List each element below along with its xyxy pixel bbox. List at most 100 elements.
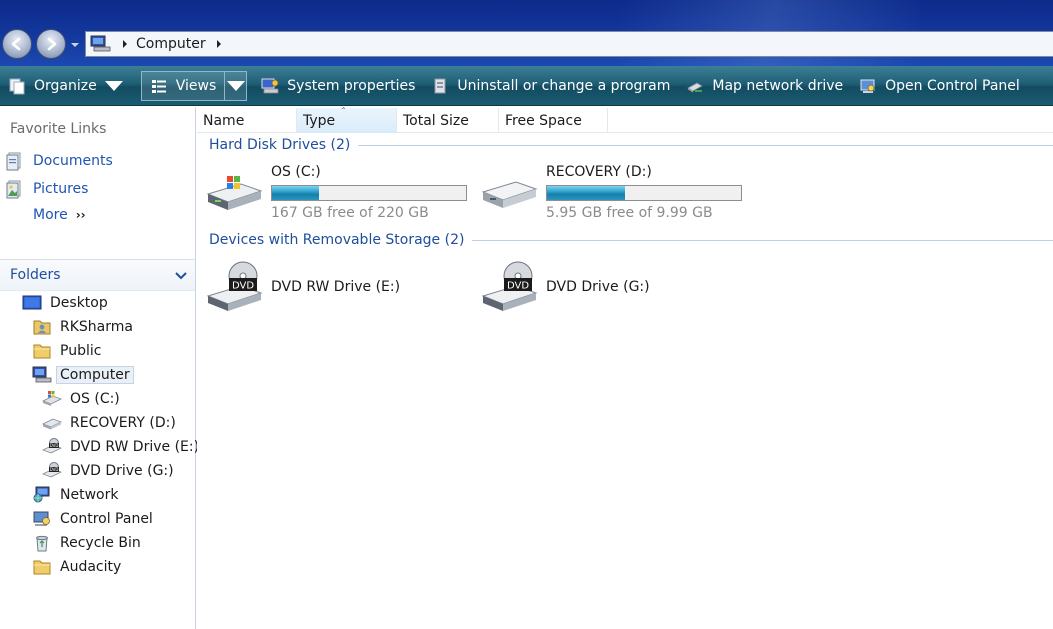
views-icon xyxy=(151,79,166,93)
network-drive-icon xyxy=(687,82,704,92)
tree-label: DVD RW Drive (E:) xyxy=(70,439,200,455)
column-header-type[interactable]: ˆ Type xyxy=(297,107,397,133)
tree-item-dvd-rw-e[interactable]: DVD DVD RW Drive (E:) xyxy=(42,436,199,458)
breadcrumb-computer[interactable]: Computer xyxy=(136,36,206,52)
tree-label: Desktop xyxy=(50,295,108,311)
favorite-more-link[interactable]: More ›› xyxy=(33,207,86,223)
back-button[interactable] xyxy=(2,29,32,59)
tree-item-audacity[interactable]: Audacity xyxy=(32,556,121,578)
chevron-down-icon[interactable] xyxy=(175,271,187,281)
tree-item-recycle-bin[interactable]: Recycle Bin xyxy=(32,532,141,554)
svg-text:DVD: DVD xyxy=(50,467,59,472)
drive-item-os-c[interactable]: OS (C:) 167 GB free of 220 GB xyxy=(205,164,467,221)
folders-header[interactable]: Folders xyxy=(0,259,195,291)
views-button[interactable]: Views xyxy=(140,70,226,101)
desktop-icon xyxy=(22,295,42,310)
favorite-documents-link[interactable]: Documents xyxy=(6,151,113,171)
address-bar-area: Computer xyxy=(0,0,1053,66)
drive-free-space: 5.95 GB free of 9.99 GB xyxy=(546,205,713,221)
drive-info: RECOVERY (D:) 5.95 GB free of 9.99 GB xyxy=(546,164,742,221)
tree-label: DVD Drive (G:) xyxy=(70,463,174,479)
tree-item-os-c[interactable]: OS (C:) xyxy=(42,388,120,410)
user-folder-icon xyxy=(33,320,51,335)
dvd-icon-text: DVD xyxy=(507,281,529,292)
dvd-drive-icon: DVD xyxy=(42,462,62,478)
open-control-panel-label: Open Control Panel xyxy=(885,77,1020,94)
chevron-down-icon xyxy=(104,80,123,91)
views-label: Views xyxy=(175,77,217,94)
computer-icon xyxy=(90,35,111,52)
tree-label: Recycle Bin xyxy=(60,535,141,551)
breadcrumb-arrow-icon[interactable] xyxy=(214,39,224,49)
organize-icon xyxy=(9,78,25,94)
hard-drive-icon xyxy=(481,181,538,208)
recent-pages-dropdown-icon[interactable] xyxy=(70,40,80,50)
views-dropdown-button[interactable] xyxy=(225,70,248,101)
tree-label: Public xyxy=(60,343,102,359)
uninstall-program-button[interactable]: Uninstall or change a program xyxy=(423,70,678,102)
map-network-drive-button[interactable]: Map network drive xyxy=(678,70,851,102)
control-panel-icon xyxy=(860,79,875,93)
organize-button[interactable]: Organize xyxy=(0,70,139,102)
drive-name: DVD Drive (G:) xyxy=(546,279,650,295)
drive-item-dvd-rw-e[interactable]: DVD DVD RW Drive (E:) xyxy=(205,260,400,314)
column-header-free-space[interactable]: Free Space xyxy=(499,108,608,133)
breadcrumb-arrow-icon[interactable] xyxy=(120,39,130,49)
documents-label: Documents xyxy=(33,153,113,169)
tree-item-public[interactable]: Public xyxy=(32,340,101,362)
tree-item-recovery-d[interactable]: RECOVERY (D:) xyxy=(42,412,176,434)
tree-label: RECOVERY (D:) xyxy=(70,415,176,431)
sort-ascending-icon: ˆ xyxy=(341,107,346,118)
drive-usage-bar xyxy=(546,185,742,201)
uninstall-icon xyxy=(434,78,446,93)
drive-name: OS (C:) xyxy=(271,164,321,180)
drive-info: DVD Drive (G:) xyxy=(546,279,650,295)
tree-item-rksharma[interactable]: RKSharma xyxy=(32,316,133,338)
folders-title: Folders xyxy=(10,267,61,283)
tree-item-dvd-g[interactable]: DVD DVD Drive (G:) xyxy=(42,460,174,482)
favorite-links-title: Favorite Links xyxy=(10,121,107,137)
drive-usage-fill xyxy=(272,186,319,200)
drive-item-dvd-g[interactable]: DVD DVD Drive (G:) xyxy=(480,260,650,314)
system-properties-icon xyxy=(261,78,279,93)
tree-item-desktop[interactable]: Desktop xyxy=(22,292,108,314)
tree-item-computer[interactable]: Computer xyxy=(32,364,134,386)
folder-icon xyxy=(33,344,51,359)
dvd-drive-icon: DVD xyxy=(206,261,263,311)
tree-item-network[interactable]: Network xyxy=(32,484,118,506)
dvd-drive-icon: DVD xyxy=(42,438,62,454)
hard-drive-icon xyxy=(42,418,62,430)
drive-item-recovery-d[interactable]: RECOVERY (D:) 5.95 GB free of 9.99 GB xyxy=(480,164,742,221)
uninstall-label: Uninstall or change a program xyxy=(457,77,671,94)
drive-name: RECOVERY (D:) xyxy=(546,164,652,180)
group-title: Hard Disk Drives (2) xyxy=(209,137,351,153)
column-header-row: Name ˆ Type Total Size Free Space xyxy=(197,107,1053,133)
tree-label: OS (C:) xyxy=(70,391,120,407)
favorite-pictures-link[interactable]: Pictures xyxy=(6,179,88,199)
svg-text:DVD: DVD xyxy=(50,443,59,448)
dvd-drive-icon: DVD xyxy=(481,261,538,311)
drive-usage-fill xyxy=(547,186,625,200)
column-header-name[interactable]: Name xyxy=(197,108,297,133)
more-label: More xyxy=(33,207,68,223)
map-network-drive-label: Map network drive xyxy=(712,77,844,94)
forward-button[interactable] xyxy=(36,29,66,59)
tree-label: RKSharma xyxy=(60,319,133,335)
address-bar[interactable]: Computer xyxy=(85,31,1053,57)
drive-usage-bar xyxy=(271,185,467,201)
group-header-removable-storage[interactable]: Devices with Removable Storage (2) xyxy=(209,232,1053,248)
tree-label: Network xyxy=(60,487,119,503)
recycle-bin-icon xyxy=(36,535,48,552)
tree-label: Control Panel xyxy=(60,511,153,527)
column-header-total-size[interactable]: Total Size xyxy=(397,108,499,133)
os-drive-icon xyxy=(42,391,62,406)
open-control-panel-button[interactable]: Open Control Panel xyxy=(851,70,1028,102)
pictures-label: Pictures xyxy=(33,181,89,197)
tree-item-control-panel[interactable]: Control Panel xyxy=(32,508,153,530)
tree-label: Audacity xyxy=(60,559,122,575)
chevron-down-icon xyxy=(226,80,245,91)
system-properties-button[interactable]: System properties xyxy=(253,70,423,102)
command-toolbar: Organize Views System properties Uninsta… xyxy=(0,66,1053,106)
drive-name: DVD RW Drive (E:) xyxy=(271,279,401,295)
group-header-hard-disk-drives[interactable]: Hard Disk Drives (2) xyxy=(209,137,1053,153)
